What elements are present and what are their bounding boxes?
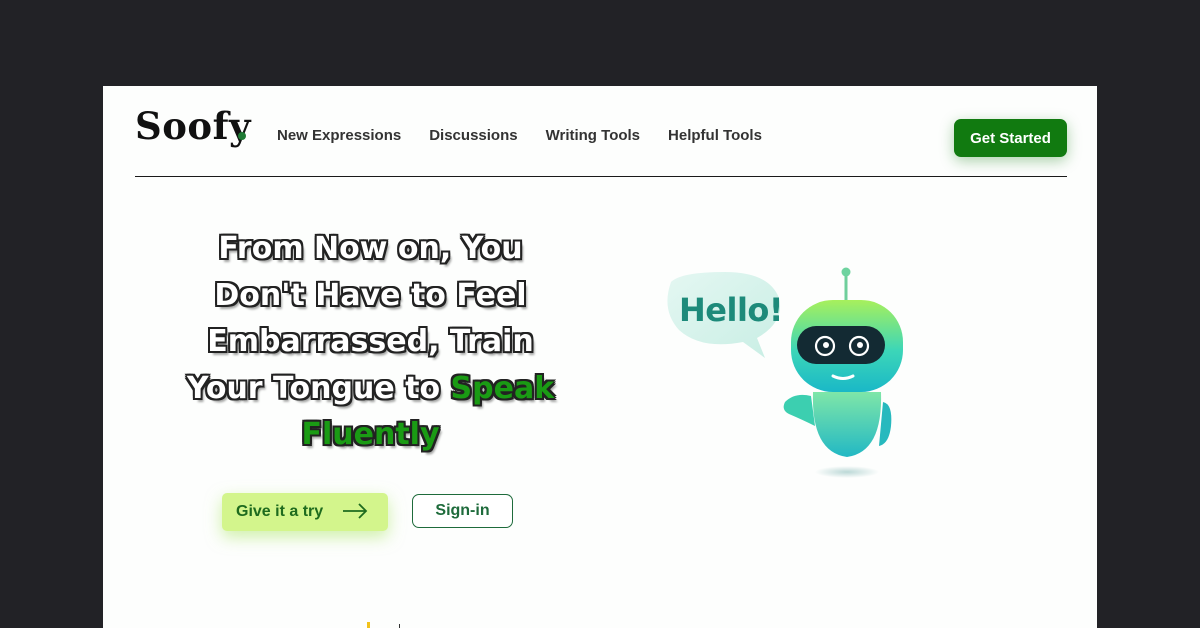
hero-highlight-speak: Speak — [450, 370, 555, 406]
hero-line-1: From Now on, You — [218, 231, 523, 266]
give-it-a-try-label: Give it a try — [236, 503, 324, 520]
arrow-right-icon — [343, 503, 368, 519]
hero-line-4: Your Tongue to Speak — [163, 366, 578, 413]
logo-dot-icon — [238, 132, 246, 140]
sign-in-button[interactable]: Sign-in — [412, 494, 513, 528]
main-nav: New Expressions Discussions Writing Tool… — [277, 127, 790, 144]
decorative-mark — [399, 624, 400, 628]
landing-page: Soofy New Expressions Discussions Writin… — [103, 86, 1097, 628]
decorative-mark — [367, 622, 370, 628]
hero-headline: From Now on, You Don't Have to Feel Emba… — [163, 226, 578, 459]
give-it-a-try-button[interactable]: Give it a try — [222, 493, 388, 531]
nav-item-new-expressions[interactable]: New Expressions — [277, 127, 401, 144]
site-header: Soofy New Expressions Discussions Writin… — [135, 86, 1067, 177]
brand-logo[interactable]: Soofy — [135, 104, 251, 148]
hello-bubble-text: Hello! — [679, 291, 784, 329]
nav-item-helpful-tools[interactable]: Helpful Tools — [668, 127, 762, 144]
get-started-button[interactable]: Get Started — [954, 119, 1067, 157]
hero-line-4-text: Your Tongue to — [186, 370, 441, 406]
hero-highlight-fluently: Fluently — [301, 417, 440, 452]
nav-item-discussions[interactable]: Discussions — [429, 127, 517, 144]
hero-line-3: Embarrassed, Train — [207, 324, 534, 359]
nav-item-writing-tools[interactable]: Writing Tools — [546, 127, 640, 144]
robot-mascot-icon — [783, 267, 903, 478]
hero-line-2: Don't Have to Feel — [214, 277, 527, 313]
